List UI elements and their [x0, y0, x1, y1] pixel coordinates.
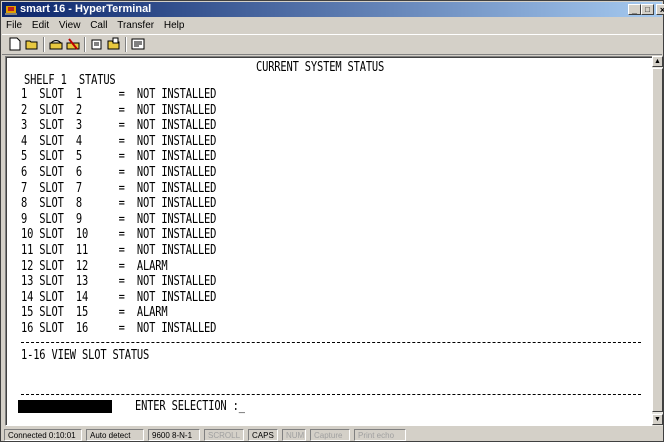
- status-num: NUM: [282, 429, 306, 441]
- disconnect-icon[interactable]: [65, 37, 81, 51]
- send-icon[interactable]: [89, 37, 105, 51]
- status-connected: Connected 0:10:01: [4, 429, 82, 441]
- menu-file[interactable]: File: [6, 20, 22, 31]
- divider: [21, 342, 641, 343]
- minimize-button[interactable]: _: [628, 4, 641, 15]
- menu-call[interactable]: Call: [90, 20, 107, 31]
- toolbar-separator: [43, 37, 45, 52]
- slot-status-row: 12 SLOT 12 = ALARM: [21, 258, 168, 274]
- status-bar: Connected 0:10:01 Auto detect 9600 8-N-1…: [2, 428, 662, 442]
- divider: [21, 394, 641, 395]
- menu-edit[interactable]: Edit: [32, 20, 49, 31]
- vertical-scrollbar[interactable]: ▲ ▼: [652, 56, 663, 426]
- window-title: smart 16 - HyperTerminal: [20, 3, 152, 15]
- screen-title: CURRENT SYSTEM STATUS: [256, 60, 385, 75]
- menu-help[interactable]: Help: [164, 20, 185, 31]
- menu-bar: File Edit View Call Transfer Help: [2, 18, 662, 33]
- open-icon[interactable]: [24, 37, 40, 51]
- slot-status-row: 1 SLOT 1 = NOT INSTALLED: [21, 87, 217, 102]
- slot-status-row: 3 SLOT 3 = NOT INSTALLED: [21, 118, 217, 134]
- status-capture: Capture: [310, 429, 350, 441]
- status-detect: Auto detect: [86, 429, 144, 441]
- menu-view[interactable]: View: [59, 20, 81, 31]
- selection-prompt: ENTER SELECTION :_: [135, 399, 245, 414]
- slot-status-row: 8 SLOT 8 = NOT INSTALLED: [21, 196, 217, 212]
- title-bar[interactable]: smart 16 - HyperTerminal _ □ ×: [2, 2, 664, 17]
- scroll-thumb[interactable]: [652, 68, 663, 412]
- scroll-up-icon[interactable]: ▲: [652, 56, 663, 67]
- receive-icon[interactable]: [106, 37, 122, 51]
- close-button[interactable]: ×: [656, 4, 664, 15]
- hyperterminal-window: smart 16 - HyperTerminal _ □ × File Edit…: [0, 0, 664, 442]
- slot-status-row: 15 SLOT 15 = ALARM: [21, 305, 168, 321]
- menu-option: 1-16 VIEW SLOT STATUS: [21, 348, 150, 363]
- menu-transfer[interactable]: Transfer: [117, 20, 154, 31]
- status-caps: CAPS: [248, 429, 278, 441]
- hyperterminal-app-icon: [5, 6, 17, 15]
- slot-status-row: 7 SLOT 7 = NOT INSTALLED: [21, 180, 217, 196]
- slot-status-row: 11 SLOT 11 = NOT INSTALLED: [21, 243, 217, 258]
- status-scroll: SCROLL: [204, 429, 244, 441]
- slot-status-row: 14 SLOT 14 = NOT INSTALLED: [21, 289, 217, 305]
- toolbar: [2, 34, 662, 55]
- status-settings: 9600 8-N-1: [148, 429, 200, 441]
- slot-status-row: 6 SLOT 6 = NOT INSTALLED: [21, 165, 217, 180]
- slot-status-row: 13 SLOT 13 = NOT INSTALLED: [21, 274, 217, 290]
- highlight-block: [18, 400, 112, 413]
- slot-status-row: 16 SLOT 16 = NOT INSTALLED: [21, 321, 217, 336]
- maximize-button[interactable]: □: [641, 4, 654, 15]
- status-print-echo: Print echo: [354, 429, 406, 441]
- call-icon[interactable]: [48, 37, 64, 51]
- properties-icon[interactable]: [130, 37, 146, 51]
- terminal-screen[interactable]: CURRENT SYSTEM STATUS SHELF 1 STATUS 1 S…: [5, 56, 653, 426]
- toolbar-separator: [84, 37, 86, 52]
- slot-status-row: 5 SLOT 5 = NOT INSTALLED: [21, 149, 217, 165]
- new-icon[interactable]: [7, 37, 23, 51]
- slot-status-row: 9 SLOT 9 = NOT INSTALLED: [21, 211, 217, 227]
- shelf-header: SHELF 1 STATUS: [24, 73, 116, 88]
- scroll-down-icon[interactable]: ▼: [652, 414, 663, 425]
- slot-status-row: 2 SLOT 2 = NOT INSTALLED: [21, 102, 217, 118]
- slot-status-row: 10 SLOT 10 = NOT INSTALLED: [21, 227, 217, 243]
- slot-status-row: 4 SLOT 4 = NOT INSTALLED: [21, 133, 217, 149]
- toolbar-separator: [125, 37, 127, 52]
